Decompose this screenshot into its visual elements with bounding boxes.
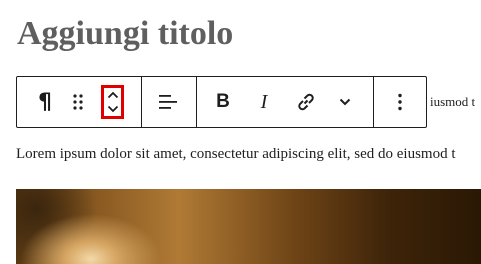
move-up-button[interactable]	[104, 88, 121, 102]
toolbar-separator	[196, 77, 197, 127]
chevron-down-icon	[339, 98, 351, 106]
chevron-up-icon	[107, 91, 118, 99]
link-button[interactable]	[292, 77, 320, 127]
toolbar-separator	[373, 77, 374, 127]
paragraph-block[interactable]: Lorem ipsum dolor sit amet, consectetur …	[16, 143, 481, 165]
align-left-icon	[159, 95, 177, 109]
chevron-down-icon	[107, 105, 118, 113]
align-button[interactable]	[151, 77, 185, 127]
block-toolbar: ¶ B I	[16, 76, 427, 128]
more-formatting-button[interactable]	[333, 77, 357, 127]
block-mover	[101, 85, 124, 119]
bold-icon: B	[216, 91, 230, 112]
image-block[interactable]	[16, 189, 481, 264]
toolbar-separator	[141, 77, 142, 127]
drag-handle[interactable]	[67, 77, 89, 127]
bold-button[interactable]: B	[209, 77, 237, 127]
block-options-button[interactable]	[387, 77, 413, 127]
italic-button[interactable]: I	[250, 77, 278, 127]
paragraph-text-behind-toolbar: iusmod t	[430, 94, 476, 109]
move-down-button[interactable]	[104, 102, 121, 116]
paragraph-icon: ¶	[38, 89, 52, 115]
drag-handle-icon	[73, 94, 83, 110]
more-vertical-icon	[398, 93, 402, 111]
link-icon	[298, 93, 314, 111]
block-type-button[interactable]: ¶	[31, 77, 59, 127]
italic-icon: I	[260, 90, 268, 113]
post-title[interactable]: Aggiungi titolo	[17, 14, 233, 54]
